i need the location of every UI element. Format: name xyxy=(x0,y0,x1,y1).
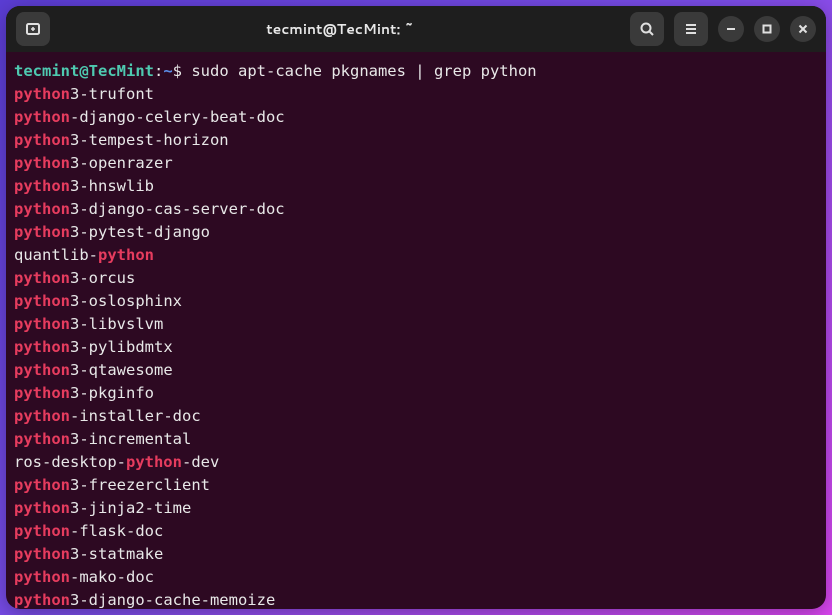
minimize-icon xyxy=(726,24,736,34)
maximize-button[interactable] xyxy=(754,16,780,42)
output-line: python-flask-doc xyxy=(14,520,826,543)
grep-highlight: python xyxy=(14,85,70,103)
grep-highlight: python xyxy=(14,108,70,126)
output-line: python3-pkginfo xyxy=(14,382,826,405)
window-title: tecmint@TecMint: ~ xyxy=(58,19,622,39)
prompt-symbol: $ xyxy=(173,62,192,80)
command-text: sudo apt-cache pkgnames | grep python xyxy=(191,62,536,80)
close-button[interactable] xyxy=(790,16,816,42)
output-line: python3-django-cas-server-doc xyxy=(14,198,826,221)
output-line: python3-statmake xyxy=(14,543,826,566)
grep-highlight: python xyxy=(14,407,70,425)
grep-highlight: python xyxy=(14,131,70,149)
titlebar: tecmint@TecMint: ~ xyxy=(6,6,826,52)
grep-highlight: python xyxy=(14,154,70,172)
output-line: python-mako-doc xyxy=(14,566,826,589)
output-line: python3-pylibdmtx xyxy=(14,336,826,359)
output-line: python3-qtawesome xyxy=(14,359,826,382)
output-line: python3-incremental xyxy=(14,428,826,451)
grep-highlight: python xyxy=(14,315,70,333)
new-tab-button[interactable] xyxy=(16,12,50,46)
terminal-window: tecmint@TecMint: ~ xyxy=(6,6,826,609)
output-line: python3-trufont xyxy=(14,83,826,106)
grep-highlight: python xyxy=(14,591,70,609)
terminal-body[interactable]: tecmint@TecMint:~$ sudo apt-cache pkgnam… xyxy=(6,52,826,609)
grep-highlight: python xyxy=(14,476,70,494)
output-line: python-installer-doc xyxy=(14,405,826,428)
menu-button[interactable] xyxy=(674,12,708,46)
close-icon xyxy=(798,24,808,34)
output-line: python3-pytest-django xyxy=(14,221,826,244)
grep-highlight: python xyxy=(14,568,70,586)
maximize-icon xyxy=(762,24,772,34)
output-line: python-django-celery-beat-doc xyxy=(14,106,826,129)
prompt-line: tecmint@TecMint:~$ sudo apt-cache pkgnam… xyxy=(14,60,826,83)
output-line: ros-desktop-python-dev xyxy=(14,451,826,474)
grep-highlight: python xyxy=(14,430,70,448)
titlebar-right xyxy=(630,12,816,46)
prompt-path: ~ xyxy=(163,62,172,80)
search-button[interactable] xyxy=(630,12,664,46)
output-line: python3-oslosphinx xyxy=(14,290,826,313)
grep-highlight: python xyxy=(14,292,70,310)
prompt-user-host: tecmint@TecMint xyxy=(14,62,154,80)
output-line: python3-tempest-horizon xyxy=(14,129,826,152)
output-line: python3-orcus xyxy=(14,267,826,290)
grep-highlight: python xyxy=(14,200,70,218)
grep-highlight: python xyxy=(14,177,70,195)
titlebar-left xyxy=(16,12,50,46)
output-line: python3-django-cache-memoize xyxy=(14,589,826,609)
grep-highlight: python xyxy=(14,361,70,379)
grep-highlight: python xyxy=(126,453,182,471)
grep-highlight: python xyxy=(14,269,70,287)
output-line: python3-freezerclient xyxy=(14,474,826,497)
output-line: python3-hnswlib xyxy=(14,175,826,198)
grep-highlight: python xyxy=(14,499,70,517)
grep-highlight: python xyxy=(14,545,70,563)
new-tab-icon xyxy=(25,21,41,37)
output: python3-trufontpython-django-celery-beat… xyxy=(14,83,826,609)
grep-highlight: python xyxy=(14,522,70,540)
output-line: python3-jinja2-time xyxy=(14,497,826,520)
minimize-button[interactable] xyxy=(718,16,744,42)
search-icon xyxy=(639,21,655,37)
output-line: python3-libvslvm xyxy=(14,313,826,336)
prompt-colon: : xyxy=(154,62,163,80)
output-line: python3-openrazer xyxy=(14,152,826,175)
grep-highlight: python xyxy=(14,338,70,356)
grep-highlight: python xyxy=(98,246,154,264)
grep-highlight: python xyxy=(14,384,70,402)
grep-highlight: python xyxy=(14,223,70,241)
hamburger-icon xyxy=(683,21,699,37)
output-line: quantlib-python xyxy=(14,244,826,267)
